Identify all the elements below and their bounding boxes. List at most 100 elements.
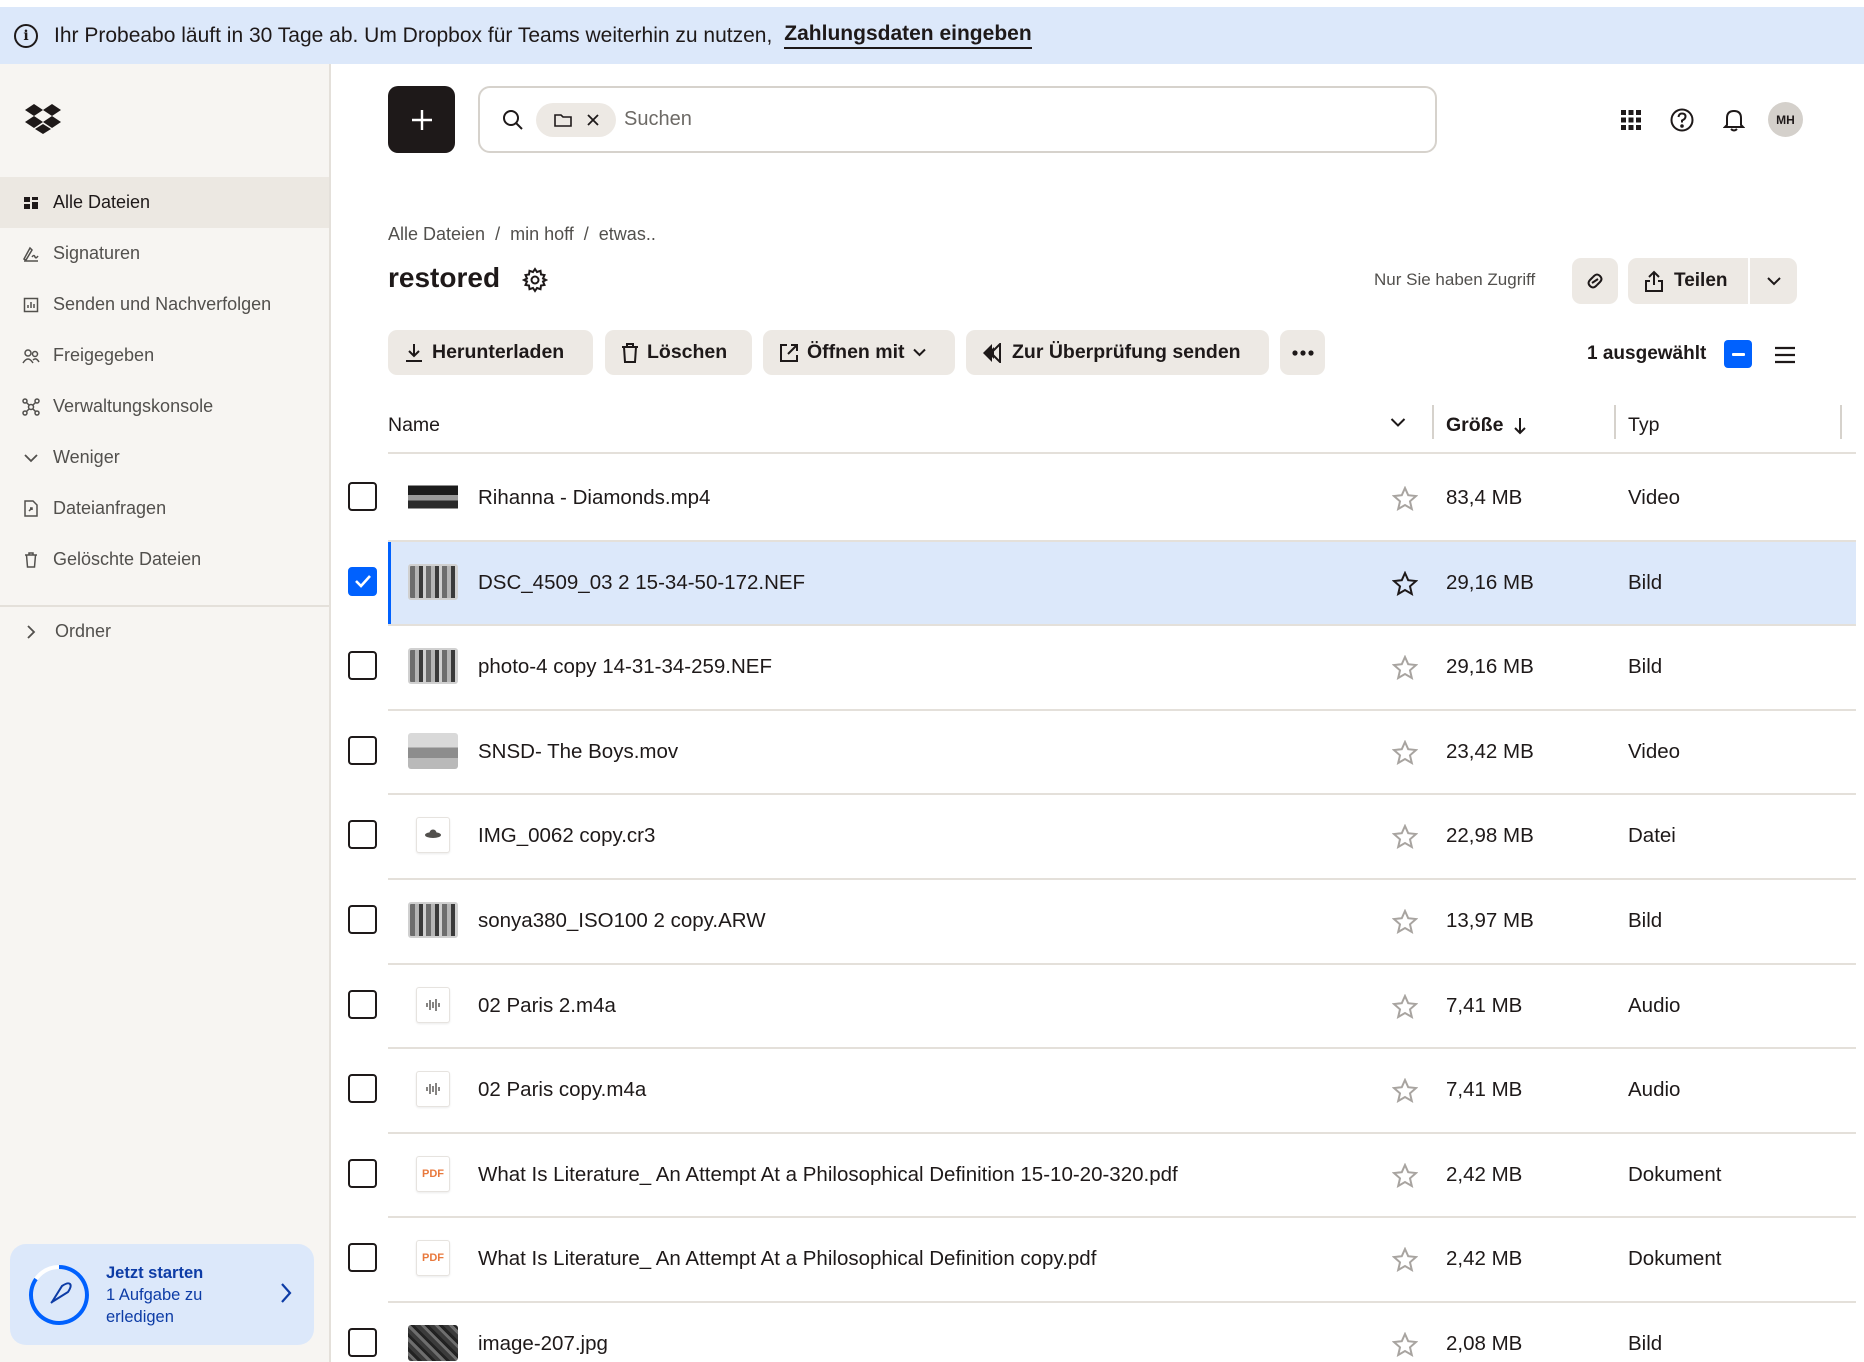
row-checkbox[interactable] (348, 1243, 377, 1273)
file-name[interactable]: What Is Literature_ An Attempt At a Phil… (478, 1163, 1178, 1187)
payment-link[interactable]: Zahlungsdaten eingeben (784, 22, 1032, 49)
file-size: 7,41 MB (1446, 993, 1523, 1017)
trial-banner: i Ihr Probeabo läuft in 30 Tage ab. Um D… (0, 7, 1864, 64)
row-checkbox[interactable] (348, 1074, 377, 1104)
dropbox-logo-icon[interactable] (24, 102, 62, 136)
column-header-name[interactable]: Name (388, 414, 440, 437)
file-name[interactable]: photo-4 copy 14-31-34-259.NEF (478, 655, 772, 679)
file-name[interactable]: What Is Literature_ An Attempt At a Phil… (478, 1247, 1096, 1271)
send-track-icon (21, 295, 41, 315)
copy-link-button[interactable] (1572, 258, 1618, 304)
column-divider[interactable] (1840, 405, 1842, 439)
share-dropdown-button[interactable] (1750, 276, 1797, 286)
file-name[interactable]: sonya380_ISO100 2 copy.ARW (478, 909, 766, 933)
table-row[interactable]: 02 Paris copy.m4a 7,41 MB Audio (0, 1049, 1864, 1134)
pdf-file-icon: PDF (416, 1155, 450, 1192)
table-row[interactable]: PDF What Is Literature_ An Attempt At a … (0, 1134, 1864, 1219)
file-size: 2,42 MB (1446, 1162, 1523, 1186)
table-row[interactable]: SNSD- The Boys.mov 23,42 MB Video (0, 711, 1864, 796)
close-icon[interactable] (586, 113, 599, 126)
star-icon[interactable] (1391, 485, 1419, 512)
row-checkbox[interactable] (348, 566, 377, 596)
audio-wave-icon (426, 1083, 440, 1096)
table-row[interactable]: PDF What Is Literature_ An Attempt At a … (0, 1218, 1864, 1303)
file-name[interactable]: 02 Paris 2.m4a (478, 994, 616, 1018)
row-checkbox[interactable] (348, 820, 377, 850)
star-icon[interactable] (1391, 654, 1419, 681)
table-row[interactable]: IMG_0062 copy.cr3 22,98 MB Datei (0, 795, 1864, 880)
search-input[interactable] (624, 108, 1224, 131)
deselect-all-checkbox[interactable] (1724, 340, 1752, 368)
file-name[interactable]: DSC_4509_03 2 15-34-50-172.NEF (478, 571, 805, 595)
file-name[interactable]: Rihanna - Diamonds.mp4 (478, 486, 710, 510)
chevron-down-icon[interactable] (1390, 417, 1406, 428)
file-name[interactable]: 02 Paris copy.m4a (478, 1078, 646, 1102)
download-button[interactable]: Herunterladen (388, 330, 593, 375)
sidebar-item-all-files[interactable]: Alle Dateien (0, 177, 329, 228)
sidebar-item-admin-console[interactable]: Verwaltungskonsole (0, 381, 329, 432)
table-row[interactable]: 02 Paris 2.m4a 7,41 MB Audio (0, 965, 1864, 1050)
pdf-badge: PDF (422, 1252, 444, 1265)
sidebar-item-send-track[interactable]: Senden und Nachverfolgen (0, 279, 329, 330)
more-actions-button[interactable] (1280, 330, 1325, 375)
file-type: Video (1628, 486, 1681, 509)
breadcrumb-item[interactable]: min hoff (510, 224, 574, 245)
file-name[interactable]: SNSD- The Boys.mov (478, 740, 678, 764)
column-divider[interactable] (1432, 405, 1434, 439)
share-button[interactable]: Teilen (1628, 258, 1797, 304)
file-name[interactable]: image-207.jpg (478, 1332, 608, 1356)
file-name[interactable]: IMG_0062 copy.cr3 (478, 824, 655, 848)
table-row[interactable]: image-207.jpg 2,08 MB Bild (0, 1303, 1864, 1362)
column-header-type[interactable]: Typ (1628, 414, 1659, 437)
row-checkbox[interactable] (348, 735, 377, 765)
list-view-icon[interactable] (1774, 345, 1796, 365)
breadcrumb-item[interactable]: etwas.. (599, 224, 656, 245)
column-header-size[interactable]: Größe (1446, 414, 1527, 437)
sidebar-item-shared[interactable]: Freigegeben (0, 330, 329, 381)
table-row[interactable]: Rihanna - Diamonds.mp4 83,4 MB Video (0, 457, 1864, 542)
star-icon[interactable] (1391, 1246, 1419, 1273)
row-checkbox[interactable] (348, 482, 377, 511)
folder-scope-chip[interactable] (536, 102, 616, 137)
star-icon[interactable] (1391, 1331, 1419, 1358)
star-icon[interactable] (1391, 823, 1419, 850)
gear-icon[interactable] (522, 267, 548, 293)
apps-grid-icon[interactable] (1614, 103, 1648, 137)
delete-button[interactable]: Löschen (605, 330, 752, 375)
row-checkbox[interactable] (348, 651, 377, 681)
table-row[interactable]: sonya380_ISO100 2 copy.ARW 13,97 MB Bild (0, 880, 1864, 965)
create-new-button[interactable] (388, 86, 455, 153)
help-icon[interactable] (1665, 103, 1699, 137)
file-type: Datei (1628, 824, 1676, 848)
selected-count: 1 ausgewählt (1587, 343, 1707, 364)
search-bar[interactable] (478, 86, 1437, 153)
row-checkbox[interactable] (348, 989, 377, 1019)
breadcrumb-item[interactable]: Alle Dateien (388, 224, 485, 245)
star-icon[interactable] (1391, 1077, 1419, 1104)
sort-arrow-down-icon (1514, 417, 1527, 434)
star-icon[interactable] (1391, 993, 1419, 1020)
file-size: 7,41 MB (1446, 1078, 1523, 1102)
column-divider[interactable] (1614, 405, 1616, 439)
open-with-button[interactable]: Öffnen mit (763, 330, 955, 375)
row-checkbox[interactable] (348, 904, 377, 934)
notifications-bell-icon[interactable] (1717, 103, 1751, 137)
page-title: restored (388, 262, 501, 293)
table-row[interactable]: photo-4 copy 14-31-34-259.NEF 29,16 MB B… (0, 626, 1864, 711)
download-label: Herunterladen (432, 341, 565, 363)
avatar[interactable]: MH (1768, 102, 1803, 137)
file-size: 29,16 MB (1446, 655, 1534, 679)
table-row[interactable]: DSC_4509_03 2 15-34-50-172.NEF 29,16 MB … (0, 541, 1864, 627)
download-icon (406, 343, 422, 362)
row-checkbox[interactable] (348, 1158, 377, 1188)
row-checkbox[interactable] (348, 1327, 377, 1357)
sidebar-item-signatures[interactable]: Signaturen (0, 228, 329, 279)
star-icon[interactable] (1391, 1162, 1419, 1189)
send-for-review-button[interactable]: Zur Überprüfung senden (966, 330, 1269, 375)
pdf-badge: PDF (422, 1167, 444, 1180)
star-icon[interactable] (1391, 570, 1419, 597)
more-horizontal-icon (1291, 349, 1314, 356)
generic-file-icon (416, 817, 450, 854)
star-icon[interactable] (1391, 739, 1419, 766)
star-icon[interactable] (1391, 908, 1419, 935)
